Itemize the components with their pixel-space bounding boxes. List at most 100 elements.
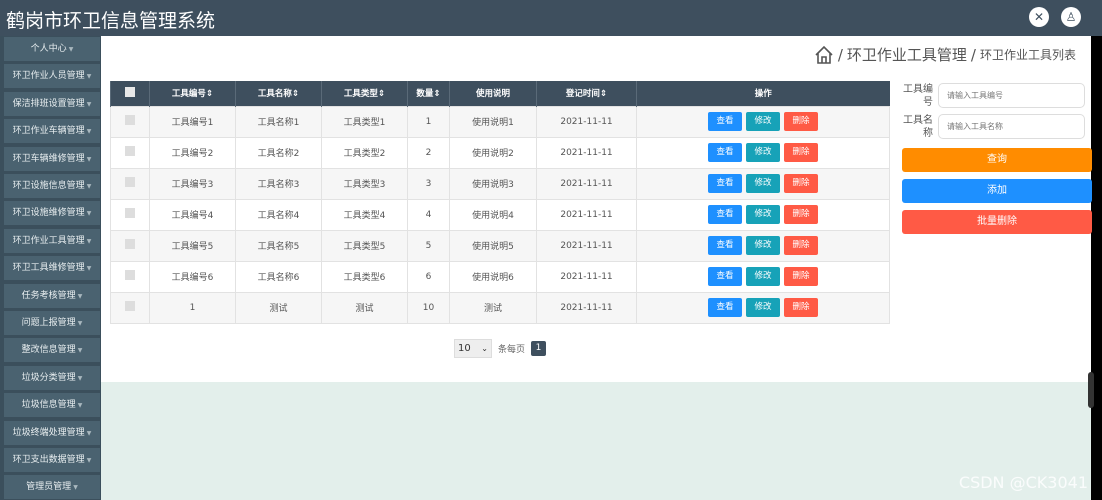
table-row: 工具编号6 工具名称6 工具类型6 6 使用说明6 2021-11-11 查看 修改 删除	[110, 260, 890, 293]
query-button[interactable]: 查询	[902, 148, 1092, 172]
sidebar-item[interactable]: 环卫设施维修管理 ▼	[4, 201, 100, 227]
code-label: 工具编号	[903, 84, 933, 108]
table-cell: 2021-11-11	[536, 105, 637, 138]
sidebar-item[interactable]: 环卫作业人员管理 ▼	[4, 64, 100, 90]
sidebar-item[interactable]: 整改信息管理 ▼	[4, 338, 100, 364]
sidebar-item[interactable]: 环卫支出数据管理 ▼	[4, 448, 100, 473]
table-cell: 工具名称5	[235, 229, 322, 262]
view-button[interactable]: 查看	[708, 267, 742, 286]
delete-button[interactable]: 删除	[784, 143, 818, 162]
view-button[interactable]: 查看	[708, 298, 742, 317]
row-checkbox[interactable]	[110, 105, 150, 138]
table-cell: 工具名称4	[235, 198, 322, 231]
sidebar-item[interactable]: 环卫车辆维修管理 ▼	[4, 146, 100, 172]
column-header[interactable]: 工具编号⇕	[149, 81, 236, 106]
table-cell: 工具类型1	[321, 105, 408, 138]
page-size-select[interactable]: 10 ⌄	[454, 339, 492, 358]
edit-button[interactable]: 修改	[746, 143, 780, 162]
delete-button[interactable]: 删除	[784, 236, 818, 255]
sidebar-item[interactable]: 环卫作业工具管理 ▼	[4, 228, 100, 254]
sidebar-item[interactable]: 管理员管理 ▼	[4, 475, 100, 500]
table-cell: 6	[407, 260, 450, 293]
sidebar-item[interactable]: 问题上报管理 ▼	[4, 311, 100, 336]
edit-button[interactable]: 修改	[746, 267, 780, 286]
table-cell: 使用说明1	[449, 105, 537, 138]
actions-cell: 查看 修改 删除	[636, 260, 890, 293]
sidebar-item[interactable]: 环卫设施信息管理 ▼	[4, 174, 100, 199]
breadcrumb-separator: /	[970, 45, 976, 64]
row-checkbox[interactable]	[110, 229, 150, 262]
chevron-down-icon: ⌄	[481, 344, 488, 353]
row-checkbox[interactable]	[110, 291, 150, 324]
edit-button[interactable]: 修改	[746, 112, 780, 131]
column-header[interactable]: 工具名称⇕	[235, 81, 322, 106]
table-cell: 工具编号5	[149, 229, 236, 262]
caret-down-icon: ▼	[86, 429, 92, 437]
breadcrumb-level1[interactable]: 环卫作业工具管理	[847, 44, 967, 65]
view-button[interactable]: 查看	[708, 236, 742, 255]
watermark: CSDN @CK3041	[958, 473, 1088, 492]
caret-down-icon: ▼	[86, 237, 92, 245]
table-cell: 工具编号2	[149, 136, 236, 169]
sidebar-item[interactable]: 保洁排班设置管理 ▼	[4, 91, 100, 117]
row-checkbox[interactable]	[110, 260, 150, 293]
sidebar-item[interactable]: 垃圾终端处理管理 ▼	[4, 420, 100, 446]
table-cell: 工具类型5	[321, 229, 408, 262]
delete-button[interactable]: 删除	[784, 112, 818, 131]
table-cell: 10	[407, 291, 450, 324]
edit-button[interactable]: 修改	[746, 205, 780, 224]
view-button[interactable]: 查看	[708, 112, 742, 131]
caret-down-icon: ▼	[86, 73, 92, 81]
batch-delete-button[interactable]: 批量删除	[902, 210, 1092, 234]
sidebar-item[interactable]: 垃圾分类管理 ▼	[4, 365, 100, 391]
caret-down-icon: ▼	[77, 320, 83, 327]
fullscreen-icon[interactable]: ✕	[1029, 7, 1049, 27]
table-cell: 工具编号4	[149, 198, 236, 231]
home-icon[interactable]	[814, 45, 834, 65]
add-button[interactable]: 添加	[902, 179, 1092, 203]
sidebar-item-label: 垃圾终端处理管理	[12, 427, 85, 438]
delete-button[interactable]: 删除	[784, 298, 818, 317]
sidebar-item[interactable]: 环卫工具维修管理 ▼	[4, 256, 100, 282]
caret-down-icon: ▼	[77, 347, 83, 355]
breadcrumb-level2: 环卫作业工具列表	[979, 48, 1076, 62]
column-header[interactable]: 登记时间⇕	[536, 81, 637, 106]
edit-button[interactable]: 修改	[746, 298, 780, 317]
sidebar-item-label: 环卫作业车辆管理	[12, 126, 85, 137]
row-checkbox[interactable]	[110, 167, 150, 200]
row-checkbox[interactable]	[110, 198, 150, 231]
table-cell: 测试	[321, 291, 408, 324]
table-cell: 工具编号6	[149, 260, 236, 293]
sidebar-item[interactable]: 垃圾信息管理 ▼	[4, 393, 100, 419]
column-header[interactable]: 工具类型⇕	[321, 81, 408, 106]
sidebar-item[interactable]: 个人中心 ▼	[4, 37, 100, 62]
scrollbar[interactable]	[1088, 372, 1094, 408]
table-cell: 工具类型3	[321, 167, 408, 200]
edit-button[interactable]: 修改	[746, 174, 780, 193]
table-cell: 1	[407, 105, 450, 138]
name-input[interactable]	[938, 114, 1085, 139]
column-header[interactable]: 数量⇕	[407, 81, 450, 106]
row-checkbox[interactable]	[110, 136, 150, 169]
sidebar-item[interactable]: 任务考核管理 ▼	[4, 283, 100, 309]
caret-down-icon: ▼	[86, 457, 92, 464]
view-button[interactable]: 查看	[708, 174, 742, 193]
table-row: 工具编号1 工具名称1 工具类型1 1 使用说明1 2021-11-11 查看 修改 删除	[110, 105, 890, 138]
delete-button[interactable]: 删除	[784, 174, 818, 193]
pagination: 10 ⌄ 条每页 1	[454, 339, 547, 358]
select-all-checkbox[interactable]	[110, 81, 150, 106]
view-button[interactable]: 查看	[708, 205, 742, 224]
delete-button[interactable]: 删除	[784, 205, 818, 224]
view-button[interactable]: 查看	[708, 143, 742, 162]
sidebar-item-label: 垃圾信息管理	[21, 400, 76, 411]
sidebar-item[interactable]: 环卫作业车辆管理 ▼	[4, 119, 100, 145]
table-row: 工具编号3 工具名称3 工具类型3 3 使用说明3 2021-11-11 查看 修改 删除	[110, 167, 890, 200]
code-input[interactable]	[938, 83, 1085, 108]
page-1-button[interactable]: 1	[531, 341, 547, 356]
edit-button[interactable]: 修改	[746, 236, 780, 255]
table-cell: 4	[407, 198, 450, 231]
table-row: 工具编号5 工具名称5 工具类型5 5 使用说明5 2021-11-11 查看 修改 删除	[110, 229, 890, 262]
sidebar-item-label: 管理员管理	[26, 482, 72, 493]
delete-button[interactable]: 删除	[784, 267, 818, 286]
user-icon[interactable]: ♙	[1061, 7, 1081, 27]
